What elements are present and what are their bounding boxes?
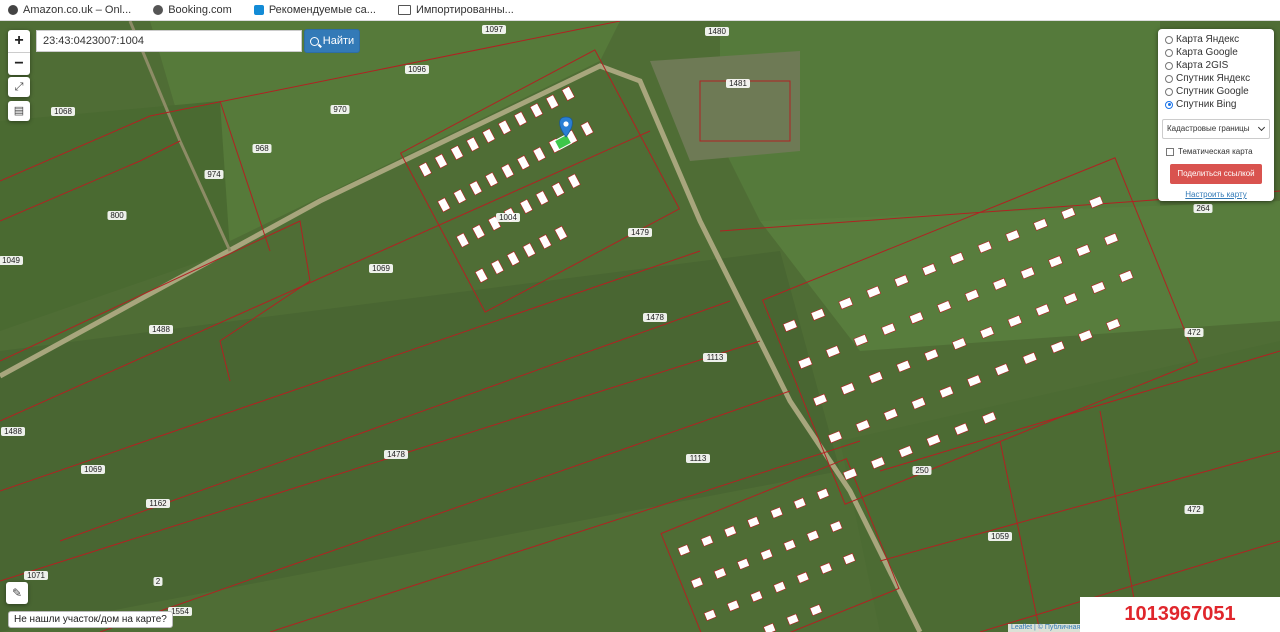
amazon-icon [8, 5, 18, 15]
plot-number-label[interactable]: 1069 [84, 465, 102, 474]
bookmark-recommended[interactable]: Рекомендуемые са... [253, 4, 376, 16]
edit-pencil-button[interactable]: ✎ [6, 582, 28, 604]
map-attribution[interactable]: Leaflet | © Публичная ... [1008, 624, 1092, 632]
bookmarks-bar: Amazon.co.uk – Onl... Booking.com Рекоме… [0, 0, 1280, 21]
plot-number-label[interactable]: 1059 [991, 532, 1009, 541]
bookmark-amazon[interactable]: Amazon.co.uk – Onl... [8, 4, 131, 16]
plot-number-label[interactable]: 1479 [631, 228, 649, 237]
layers-panel: Карта Яндекс Карта Google Карта 2GIS Спу… [1158, 29, 1274, 201]
radio-icon [1165, 74, 1173, 83]
setup-map-link[interactable]: Настроить карту [1158, 190, 1274, 199]
folder-icon [397, 5, 411, 15]
plot-number-label[interactable]: 1478 [387, 450, 405, 459]
plot-number-label[interactable]: 1113 [707, 353, 724, 362]
plot-number-label[interactable]: 1162 [149, 499, 167, 508]
satellite-map[interactable]: 1097 1480 1096 970 1068 968 974 1481 800 1049 1069… [0, 21, 1280, 632]
plot-number-label[interactable]: 1068 [54, 107, 72, 116]
plot-number-label[interactable]: 1071 [27, 571, 45, 580]
plot-number-label[interactable]: 1481 [729, 79, 747, 88]
thematic-map-checkbox[interactable]: Тематическая карта [1166, 147, 1274, 156]
plot-number-label[interactable]: 1069 [372, 264, 390, 273]
radio-icon [1165, 35, 1173, 44]
find-button[interactable]: Найти [304, 29, 360, 53]
plot-number-label[interactable]: 1096 [408, 65, 426, 74]
cadastral-search-input[interactable] [36, 30, 302, 52]
overlay-select[interactable]: Кадастровые границы [1162, 119, 1270, 139]
plot-number-label[interactable]: 1097 [485, 25, 503, 34]
plot-number-label[interactable]: 1480 [708, 27, 726, 36]
plot-number-label[interactable]: 1488 [4, 427, 22, 436]
plot-number-label[interactable]: 1049 [2, 256, 20, 265]
plot-number-label[interactable]: 1554 [171, 607, 189, 616]
plot-number-label[interactable]: 1113 [690, 454, 707, 463]
checkbox-icon [1166, 147, 1174, 156]
radio-selected-icon [1165, 100, 1173, 109]
plot-number-label[interactable]: 472 [1187, 328, 1201, 337]
zoom-control: + − [8, 30, 30, 75]
layer-option-bing-satellite[interactable]: Спутник Bing [1165, 98, 1274, 111]
measure-tool-button[interactable]: ⤢ [8, 77, 30, 97]
radio-icon [1165, 87, 1173, 96]
ruler-icon: ⤢ [14, 81, 24, 93]
search-icon [309, 36, 319, 46]
plot-number-label[interactable]: 970 [333, 105, 347, 114]
pencil-icon: ✎ [11, 586, 23, 600]
plot-number-label[interactable]: 800 [110, 211, 124, 220]
plot-number-label[interactable]: 974 [207, 170, 221, 179]
layer-option-google-map[interactable]: Карта Google [1165, 46, 1274, 59]
plot-number-label[interactable]: 1478 [646, 313, 664, 322]
zoom-in-button[interactable]: + [8, 30, 30, 52]
plot-number-label[interactable]: 1488 [152, 325, 170, 334]
booking-icon [153, 5, 164, 15]
bookmark-booking[interactable]: Booking.com [153, 4, 232, 16]
zoom-out-button[interactable]: − [8, 52, 30, 75]
plot-number-label[interactable]: 472 [1187, 505, 1201, 514]
plot-number-label[interactable]: 250 [915, 466, 929, 475]
radio-icon [1165, 48, 1173, 57]
not-found-button[interactable]: Не нашли участок/дом на карте? [8, 611, 173, 628]
share-link-button[interactable]: Поделиться ссылкой [1170, 164, 1262, 184]
bing-icon [253, 5, 264, 15]
radio-icon [1165, 61, 1173, 70]
plot-number-label[interactable]: 2 [156, 577, 161, 586]
layer-option-yandex-satellite[interactable]: Спутник Яндекс [1165, 72, 1274, 85]
printer-icon: ▤ [13, 105, 25, 117]
map-canvas: 1097 1480 1096 970 1068 968 974 1481 800 1049 1069… [0, 21, 1280, 632]
layer-option-google-satellite[interactable]: Спутник Google [1165, 85, 1274, 98]
bookmark-imported-folder[interactable]: Импортированны... [397, 4, 514, 16]
layer-option-yandex-map[interactable]: Карта Яндекс [1165, 33, 1274, 46]
print-button[interactable]: ▤ [8, 101, 30, 121]
layer-option-2gis-map[interactable]: Карта 2GIS [1165, 59, 1274, 72]
listing-id: 1013967051 [1080, 597, 1280, 632]
plot-number-label[interactable]: 264 [1196, 204, 1210, 213]
plot-number-label[interactable]: 968 [255, 144, 269, 153]
plot-number-label[interactable]: 1004 [499, 213, 517, 222]
